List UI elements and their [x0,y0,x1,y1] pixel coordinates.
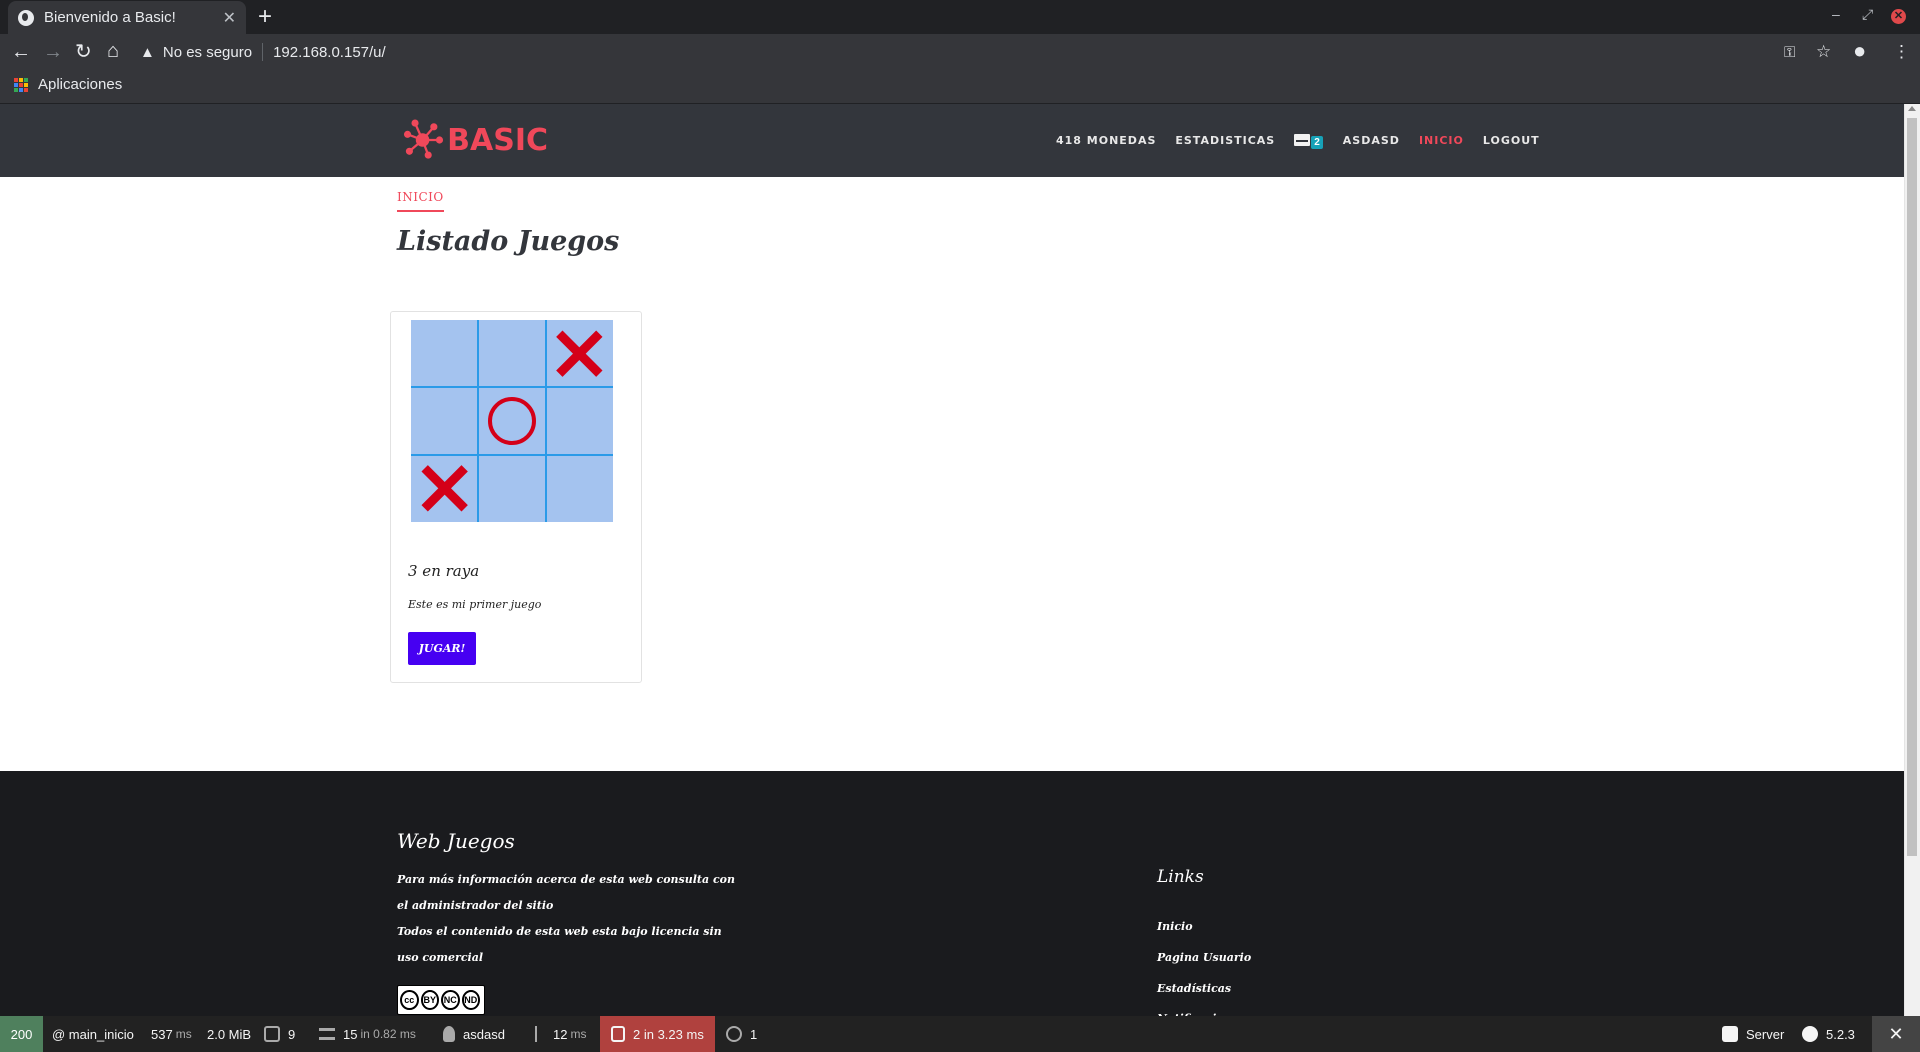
database-icon [611,1026,625,1042]
browser-tab[interactable]: Bienvenido a Basic! ✕ [8,1,246,34]
nc-icon: NC [441,990,460,1010]
forward-icon[interactable]: → [43,40,63,64]
tab-strip [0,0,1920,34]
new-tab-button[interactable]: + [258,3,272,31]
version-panel[interactable]: 5.2.3 [1802,1016,1855,1052]
twig-panel[interactable]: 15 in 0.82 ms [319,1016,416,1052]
crosshair-icon [726,1026,742,1042]
request-time-unit: ms [175,1027,192,1041]
cc-icon: cc [400,990,419,1010]
server-panel[interactable]: Server [1722,1016,1784,1052]
site-logo[interactable]: BASIC [400,116,548,164]
url-text[interactable]: 192.168.0.157/u/ [273,44,386,61]
database-panel[interactable]: 2 in 3.23 ms [600,1016,715,1052]
events-value: 12 [553,1026,568,1042]
status-code[interactable]: 200 [0,1016,43,1052]
events-unit: ms [570,1027,587,1041]
db-queries: 2 in 3.23 ms [633,1026,704,1042]
symfony-debug-toolbar: 200 @ main_inicio 537 ms 2.0 MiB 9 15 in… [0,1016,1920,1052]
nav-messages[interactable]: 2 [1294,131,1323,149]
browser-chrome: Bienvenido a Basic! ✕ + – ⤢ ✕ ← → ↻ ⌂ ▲ … [0,0,1920,104]
bookmark-apps[interactable]: Aplicaciones [38,76,122,93]
symfony-version: 5.2.3 [1826,1026,1855,1042]
route-label[interactable]: @ main_inicio [52,1016,134,1052]
address-bar[interactable]: ▲ No es seguro 192.168.0.157/u/ [140,40,386,64]
requests-count: 9 [288,1026,296,1042]
tic-tac-toe-image [411,320,613,522]
footer-link-inicio[interactable]: Inicio [1157,920,1193,933]
http-request-icon [264,1026,280,1042]
play-button[interactable]: JUGAR! [408,632,476,665]
request-time[interactable]: 537 ms [151,1016,192,1052]
breadcrumb[interactable]: INICIO [397,190,444,212]
nav-home[interactable]: INICIO [1419,134,1464,147]
footer-links-title: Links [1157,867,1204,887]
nav-user[interactable]: ASDASD [1343,134,1400,147]
cursor-icon [535,1026,545,1042]
events-panel[interactable]: 12 ms [535,1016,586,1052]
twig-detail: in 0.82 ms [360,1027,416,1041]
page-title: Listado Juegos [397,226,620,257]
logo-text: BASIC [447,122,548,158]
footer-license-text: Todos el contenido de esta web esta bajo… [397,925,722,964]
bookmarks-bar [0,70,1920,104]
back-icon[interactable]: ← [11,40,31,64]
cc-license-badge[interactable]: cc BY NC ND [397,985,485,1015]
game-title: 3 en raya [408,562,480,580]
twig-count: 15 [343,1026,358,1042]
footer-link-usuario[interactable]: Pagina Usuario [1157,951,1251,964]
server-label: Server [1746,1026,1785,1042]
requests-panel[interactable]: 9 [264,1016,295,1052]
apps-grid-icon[interactable] [14,78,28,92]
game-description: Este es mi primer juego [408,598,542,611]
nav-logout[interactable]: LOGOUT [1483,134,1540,147]
key-icon[interactable]: ⚿ [1784,41,1795,65]
logs-count: 1 [750,1026,758,1042]
minimize-icon[interactable]: – [1832,6,1840,22]
game-card: 3 en raya Este es mi primer juego JUGAR! [390,311,642,683]
window-close-icon[interactable]: ✕ [1891,9,1906,24]
globe-icon [18,9,34,26]
reload-icon[interactable]: ↻ [75,40,92,64]
symfony-logo-icon [1722,1026,1738,1042]
logs-panel[interactable]: 1 [726,1016,757,1052]
toolbar-close-button[interactable]: ✕ [1872,1016,1920,1052]
nav-stats[interactable]: ESTADISTICAS [1175,134,1275,147]
main-nav: 418 MONEDAS ESTADISTICAS 2 ASDASD INICIO… [1056,131,1559,149]
nav-coins[interactable]: 418 MONEDAS [1056,134,1156,147]
security-user: asdasd [463,1026,505,1042]
star-icon[interactable]: ☆ [1816,40,1831,64]
footer-link-estadisticas[interactable]: Estadísticas [1157,982,1231,995]
security-label: No es seguro [162,43,253,61]
memory-usage[interactable]: 2.0 MiB [207,1016,251,1052]
home-icon[interactable]: ⌂ [107,39,119,63]
warning-icon: ▲ [140,43,155,61]
by-icon: BY [420,990,439,1010]
nd-icon: ND [461,990,480,1010]
symfony-circle-icon [1802,1026,1818,1042]
restore-icon[interactable]: ⤢ [1862,6,1873,23]
omnibox-separator [262,43,264,61]
profile-icon[interactable]: ● [1853,39,1866,63]
footer-info-text: Para más información acerca de esta web … [397,873,735,912]
site-header [0,104,1904,177]
layers-icon [319,1028,335,1040]
security-panel[interactable]: asdasd [443,1016,505,1052]
request-time-value: 537 [151,1026,173,1042]
logo-molecule-icon [403,119,444,159]
scroll-up-arrow-icon[interactable] [1908,106,1916,111]
tab-close-icon[interactable]: ✕ [223,8,236,28]
user-icon [443,1026,455,1042]
tab-title: Bienvenido a Basic! [44,9,176,26]
envelope-icon [1294,134,1311,146]
scrollbar-thumb[interactable] [1907,118,1917,856]
messages-badge: 2 [1311,136,1323,149]
menu-kebab-icon[interactable]: ⋮ [1893,40,1910,64]
footer-title: Web Juegos [397,829,515,853]
site-footer [0,771,1904,1016]
